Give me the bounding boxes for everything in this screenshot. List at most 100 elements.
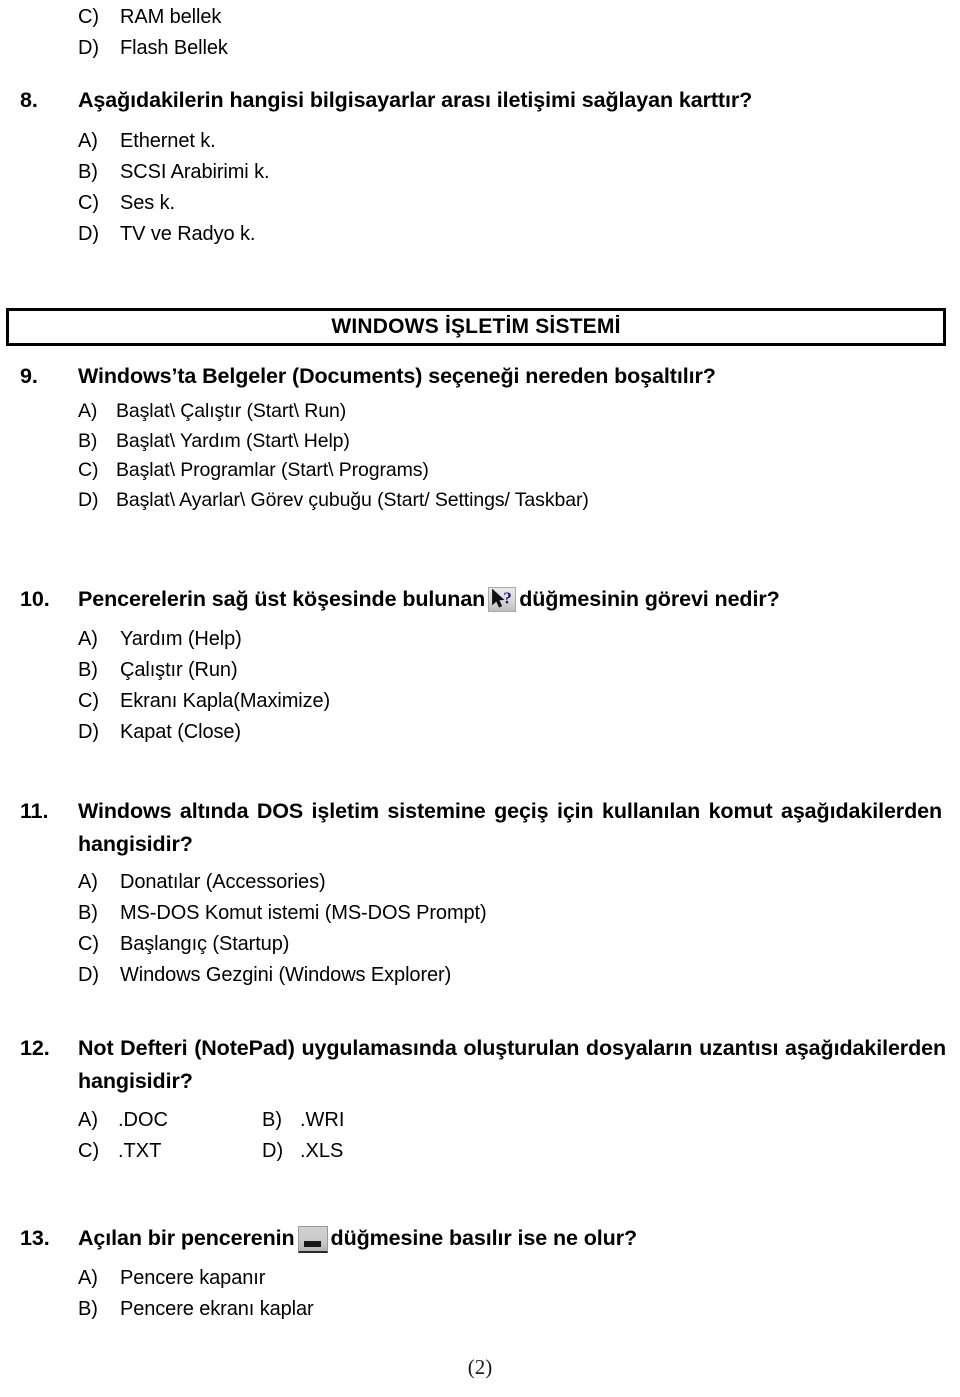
option-letter: D) [78, 964, 99, 986]
question-text-before-icon: Pencerelerin sağ üst köşesinde bulunan [78, 587, 486, 611]
list-item: B) MS-DOS Komut istemi (MS-DOS Prompt) [0, 898, 960, 929]
list-item: D) Kapat (Close) [0, 717, 960, 748]
option-text: Çalıştır (Run) [120, 659, 238, 681]
list-item: A) Yardım (Help) [0, 624, 960, 655]
page-number: (2) [467, 1355, 493, 1379]
question-number: 13. [20, 1226, 50, 1250]
option-letter: B) [262, 1109, 282, 1131]
section-banner-title: WINDOWS İŞLETİM SİSTEMİ [331, 315, 621, 338]
question-11-heading: 11. Windows altında DOS işletim sistemin… [0, 795, 960, 861]
question-12-heading: 12. Not Defteri (NotePad) uygulamasında … [0, 1032, 960, 1098]
option-letter: D) [262, 1140, 284, 1162]
list-item: B) Pencere ekranı kaplar [0, 1294, 960, 1325]
option-letter: D) [78, 37, 99, 59]
question-number: 11. [20, 799, 49, 823]
question-10-heading: 10. Pencerelerin sağ üst köşesinde bulun… [0, 583, 960, 616]
option-text: Pencere kapanır [120, 1267, 266, 1289]
list-item: D) TV ve Radyo k. [0, 219, 960, 250]
option-text: SCSI Arabirimi k. [120, 161, 270, 183]
list-item: B) Başlat\ Yardım (Start\ Help) [0, 427, 960, 457]
question-12: 12. Not Defteri (NotePad) uygulamasında … [0, 1032, 960, 1167]
minimize-button-icon [297, 1226, 328, 1253]
option-text: .WRI [300, 1109, 345, 1131]
svg-text:?: ? [503, 588, 511, 607]
question-8: 8. Aşağıdakilerin hangisi bilgisayarlar … [0, 84, 960, 250]
list-item: C) Ses k. [0, 188, 960, 219]
question-number: 8. [20, 88, 38, 112]
question-text-after-icon: düğmesinin görevi nedir? [519, 587, 780, 611]
option-letter: C) [78, 6, 99, 28]
minimize-glyph [303, 1241, 321, 1247]
question-9: 9. Windows’ta Belgeler (Documents) seçen… [0, 360, 960, 515]
option-text: Kapat (Close) [120, 721, 241, 743]
list-item: A) Ethernet k. [0, 126, 960, 157]
question-9-heading: 9. Windows’ta Belgeler (Documents) seçen… [0, 360, 960, 393]
option-text: Başlat\ Ayarlar\ Görev çubuğu (Start/ Se… [116, 488, 589, 511]
question-11: 11. Windows altında DOS işletim sistemin… [0, 795, 960, 991]
exam-page: C) RAM bellek D) Flash Bellek 8. Aşağıda… [0, 0, 960, 1397]
option-text: RAM bellek [120, 6, 222, 28]
list-item: D) Windows Gezgini (Windows Explorer) [0, 960, 960, 991]
option-letter: C) [78, 690, 99, 712]
option-text: Ekranı Kapla(Maximize) [120, 690, 331, 712]
option-letter: B) [78, 429, 98, 452]
option-letter: C) [78, 1140, 100, 1162]
option-letter: D) [78, 488, 99, 511]
list-item: A) Donatılar (Accessories) [0, 867, 960, 898]
option-text: Pencere ekranı kaplar [120, 1298, 314, 1320]
question-text: Pencerelerin sağ üst köşesinde bulunan ?… [78, 583, 944, 616]
option-letter: C) [78, 459, 99, 481]
option-letter: C) [78, 933, 99, 955]
option-text: Ethernet k. [120, 130, 216, 152]
question-text: Not Defteri (NotePad) uygulamasında oluş… [78, 1036, 946, 1093]
option-letter: A) [78, 130, 98, 152]
list-item: D) Başlat\ Ayarlar\ Görev çubuğu (Start/… [0, 486, 960, 516]
table-row: A) .DOC B) .WRI [0, 1105, 960, 1136]
list-item: D) Flash Bellek [0, 33, 960, 64]
option-text: Windows Gezgini (Windows Explorer) [120, 964, 452, 986]
question-text: Windows’ta Belgeler (Documents) seçeneği… [78, 364, 716, 388]
option-letter: B) [78, 659, 98, 681]
option-letter: A) [78, 1267, 98, 1289]
section-banner: WINDOWS İŞLETİM SİSTEMİ [6, 308, 946, 346]
option-text: Ses k. [120, 192, 175, 214]
option-letter: C) [78, 192, 99, 214]
option-text: Başlat\ Yardım (Start\ Help) [116, 429, 350, 452]
option-letter: B) [78, 902, 98, 924]
question-10: 10. Pencerelerin sağ üst köşesinde bulun… [0, 583, 960, 748]
question-text-after-icon: düğmesine basılır ise ne olur? [330, 1226, 638, 1250]
option-letter: D) [78, 223, 99, 245]
list-item: C) RAM bellek [0, 2, 960, 33]
option-letter: A) [78, 871, 98, 893]
option-text: Donatılar (Accessories) [120, 871, 326, 893]
carryover-options: C) RAM bellek D) Flash Bellek [0, 2, 960, 64]
option-text: Başlat\ Çalıştır (Start\ Run) [116, 400, 347, 422]
option-text: .DOC [118, 1109, 168, 1131]
list-item: C) Ekranı Kapla(Maximize) [0, 686, 960, 717]
option-letter: B) [78, 1298, 98, 1320]
question-number: 12. [20, 1036, 50, 1060]
list-item: C) Başlangıç (Startup) [0, 929, 960, 960]
question-text-before-icon: Açılan bir pencerenin [78, 1226, 295, 1250]
option-text: .TXT [118, 1140, 162, 1162]
option-text: Başlangıç (Startup) [120, 933, 290, 955]
list-item: B) Çalıştır (Run) [0, 655, 960, 686]
question-number: 10. [20, 587, 50, 611]
question-text: Aşağıdakilerin hangisi bilgisayarlar ara… [78, 88, 753, 112]
option-text: Başlat\ Programlar (Start\ Programs) [116, 459, 429, 481]
question-13-heading: 13. Açılan bir pencerenin düğmesine basıl… [0, 1222, 960, 1255]
list-item: A) Pencere kapanır [0, 1263, 960, 1294]
help-cursor-icon: ? [488, 587, 517, 612]
option-letter: B) [78, 161, 98, 183]
option-letter: A) [78, 628, 98, 650]
list-item: C) Başlat\ Programlar (Start\ Programs) [0, 456, 960, 486]
question-text: Windows altında DOS işletim sistemine ge… [78, 799, 942, 856]
option-letter: A) [78, 400, 98, 422]
option-text: .XLS [300, 1140, 344, 1162]
option-text: TV ve Radyo k. [120, 223, 256, 245]
question-number: 9. [20, 364, 38, 388]
list-item: B) SCSI Arabirimi k. [0, 157, 960, 188]
option-text: Yardım (Help) [120, 628, 242, 650]
option-letter: A) [78, 1109, 98, 1131]
question-13: 13. Açılan bir pencerenin düğmesine basıl… [0, 1222, 960, 1325]
